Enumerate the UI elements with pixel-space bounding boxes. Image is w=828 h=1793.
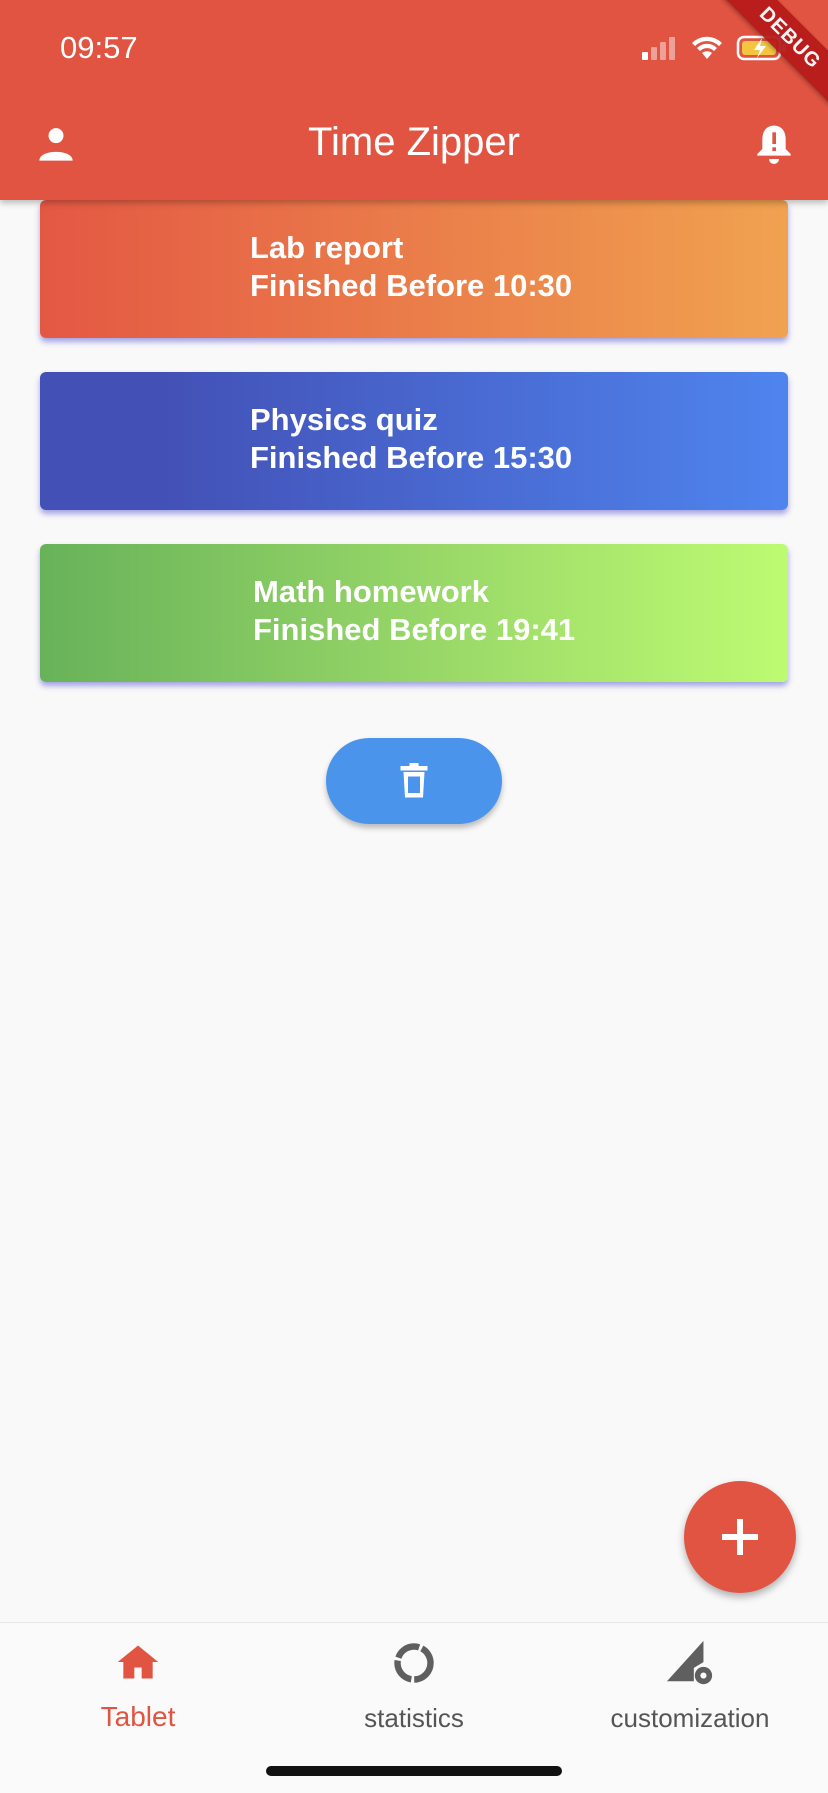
home-indicator [266, 1766, 562, 1776]
nav-item-statistics[interactable]: statistics [276, 1623, 552, 1733]
plus-icon [722, 1519, 758, 1555]
app-bar: 09:57 DEBUG Time Zipper [0, 0, 828, 200]
nav-label: Tablet [100, 1701, 176, 1732]
task-card[interactable]: Lab report Finished Before 10:30 [40, 200, 788, 338]
trash-icon [400, 763, 428, 798]
task-card[interactable]: Physics quiz Finished Before 15:30 [40, 372, 788, 510]
task-deadline: Finished Before 19:41 [253, 612, 576, 647]
cellular-signal-icon [642, 37, 675, 60]
delete-button[interactable] [326, 738, 502, 824]
add-task-button[interactable] [684, 1481, 796, 1593]
signal-settings-icon [666, 1640, 713, 1685]
nav-item-tablet[interactable]: Tablet [0, 1623, 276, 1733]
task-name: Physics quiz [250, 402, 438, 437]
task-deadline: Finished Before 10:30 [250, 268, 573, 303]
nav-label: statistics [364, 1703, 464, 1733]
task-deadline: Finished Before 15:30 [250, 440, 573, 475]
status-time: 09:57 [60, 30, 138, 65]
donut-chart-icon [394, 1643, 434, 1683]
nav-label: customization [610, 1703, 770, 1733]
home-icon [117, 1645, 159, 1679]
task-card[interactable]: Math homework Finished Before 19:41 [40, 544, 788, 682]
debug-banner: DEBUG [713, 0, 828, 115]
nav-item-customization[interactable]: customization [552, 1623, 828, 1733]
task-name: Math homework [253, 574, 489, 609]
task-name: Lab report [250, 230, 404, 265]
